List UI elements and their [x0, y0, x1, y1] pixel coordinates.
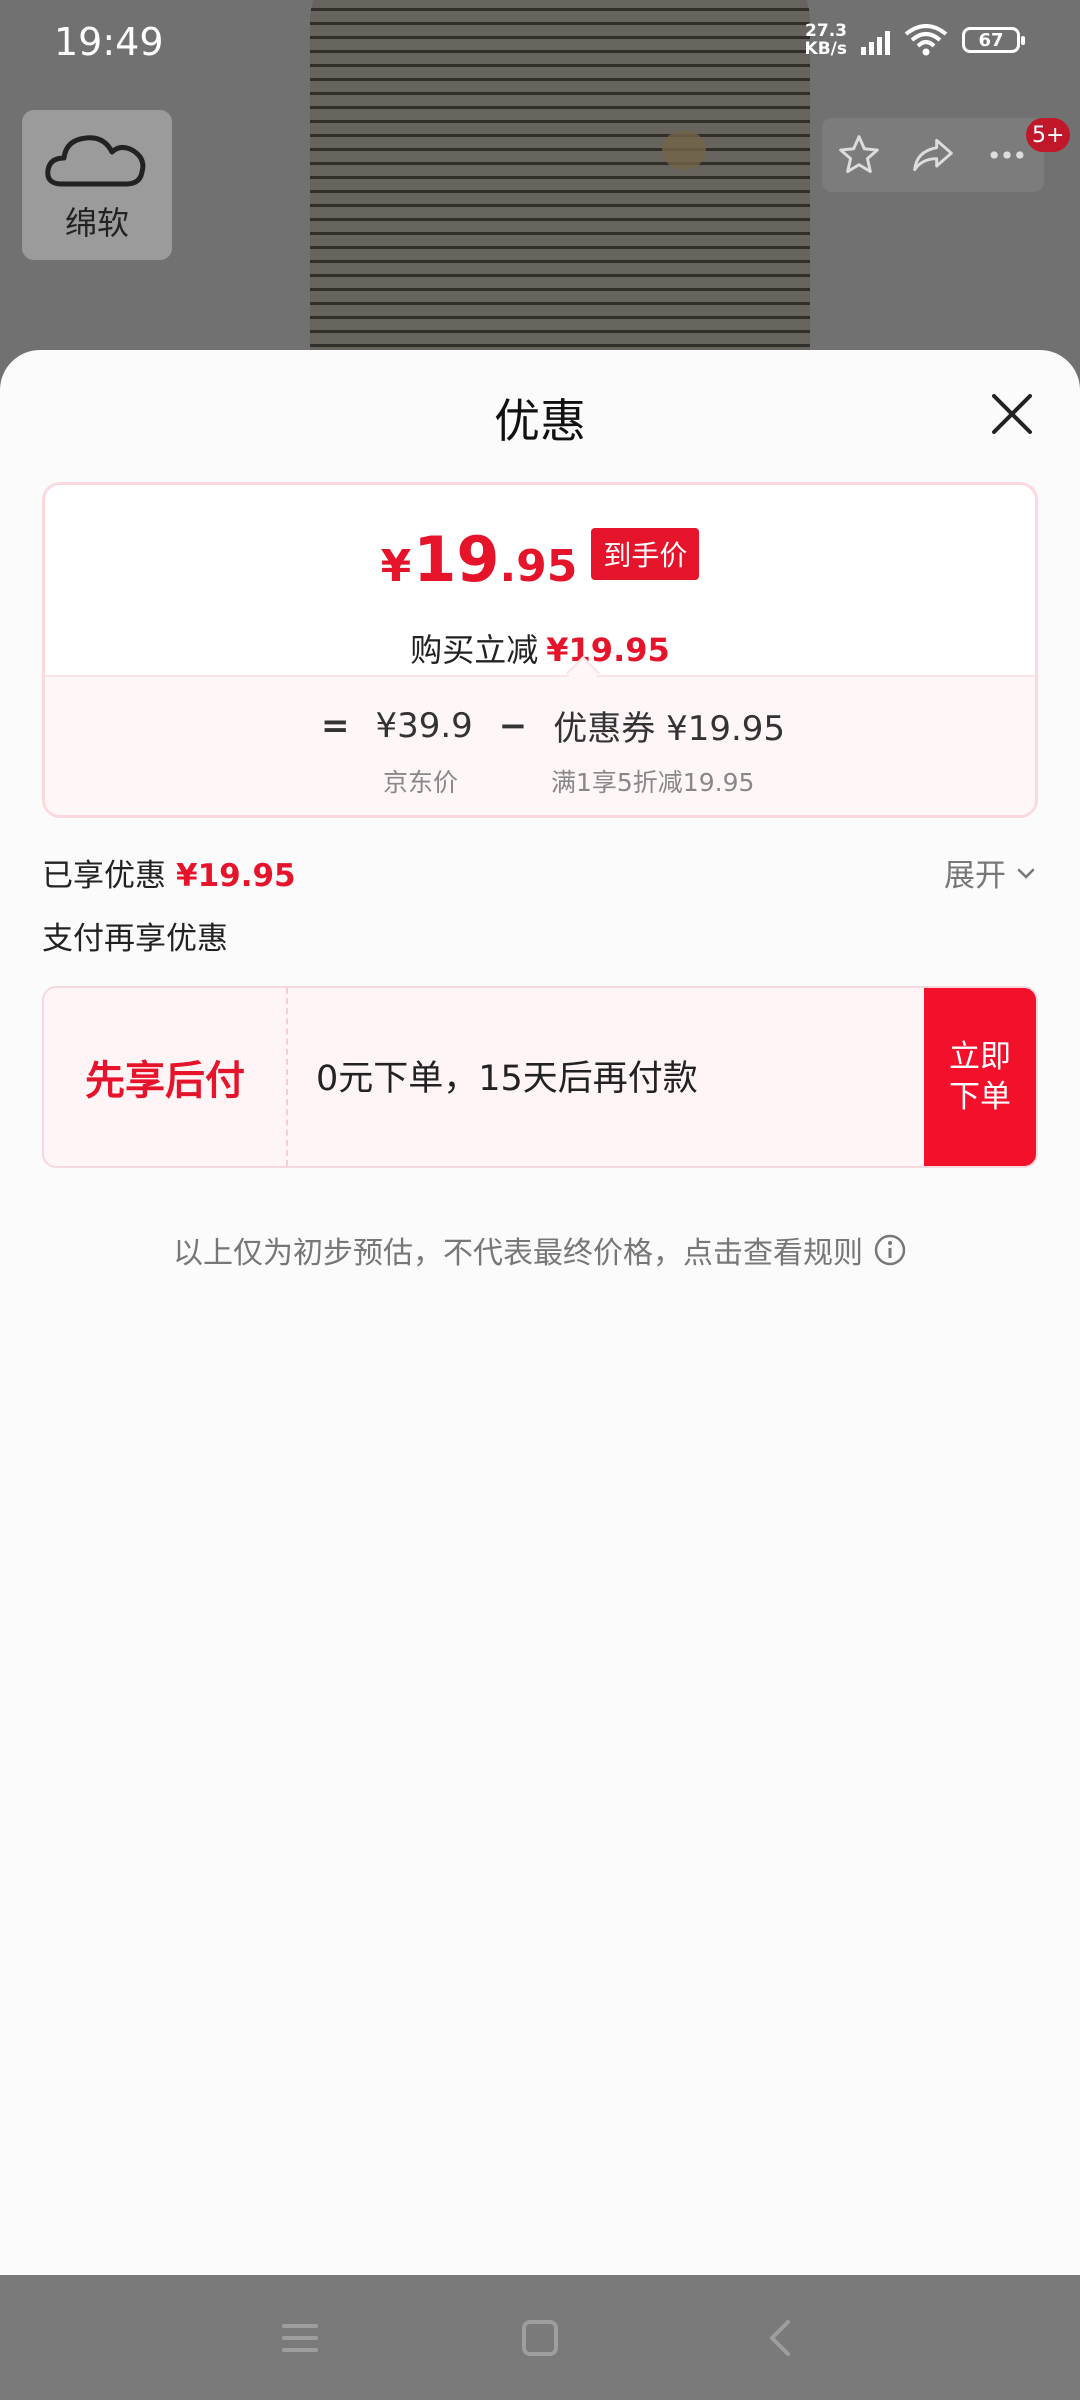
more-icon[interactable] [985, 133, 1029, 177]
price-calculation: = ¥39.9 − 优惠券 ¥19.95 [45, 701, 1035, 750]
chevron-down-icon [1017, 868, 1035, 879]
back-icon[interactable] [760, 2318, 800, 2358]
home-icon[interactable] [520, 2318, 560, 2358]
status-bar: 19:49 27.3 KB/s 67 [0, 0, 1080, 90]
notification-badge: 5+ [1026, 118, 1071, 152]
product-actions [822, 118, 1044, 192]
cloud-icon [45, 135, 146, 187]
softness-badge: 绵软 [22, 110, 172, 260]
order-now-button[interactable]: 立即下单 [924, 988, 1036, 1166]
discount-sheet: 优惠 ¥ 19 .95 到手价 购买立减 ¥19.95 = ¥39.9 − 优惠券… [0, 350, 1080, 2275]
final-price-tag: 到手价 [591, 527, 700, 580]
network-speed: 27.3 KB/s [804, 21, 847, 59]
disclaimer[interactable]: 以上仅为初步预估，不代表最终价格，点击查看规则 [0, 1228, 1080, 1272]
enjoyed-discount: 已享优惠 ¥19.95 [42, 858, 296, 894]
info-icon[interactable] [873, 1233, 907, 1267]
menu-icon[interactable] [280, 2318, 320, 2358]
wifi-icon [904, 24, 948, 56]
system-nav-bar [0, 2275, 1080, 2400]
sheet-title: 优惠 [494, 394, 586, 448]
signal-icon [861, 25, 890, 55]
final-price: ¥ 19 .95 [380, 523, 578, 596]
jd-price-label: 京东价 [383, 768, 459, 797]
status-icons: 27.3 KB/s 67 [804, 21, 1025, 59]
coupon-description: 满1享5折减19.95 [551, 768, 755, 797]
price-breakdown-card: ¥ 19 .95 到手价 购买立减 ¥19.95 = ¥39.9 − 优惠券 ¥1… [42, 482, 1038, 818]
bnpl-description: 0元下单，15天后再付款 [316, 1059, 698, 1099]
jd-price: ¥39.9 [375, 705, 473, 746]
expand-button[interactable]: 展开 [944, 850, 1038, 895]
pay-more-heading: 支付再享优惠 [42, 921, 228, 957]
instant-discount: 购买立减 ¥19.95 [410, 631, 670, 669]
battery-icon: 67 [962, 27, 1025, 53]
softness-label: 绵软 [64, 204, 129, 242]
star-icon[interactable] [837, 133, 881, 177]
coupon-amount: 优惠券 ¥19.95 [553, 709, 786, 749]
bnpl-card[interactable]: 先享后付 0元下单，15天后再付款 立即下单 [42, 986, 1038, 1168]
bnpl-name: 先享后付 [44, 988, 288, 1166]
final-price-row: ¥ 19 .95 到手价 [45, 523, 1035, 596]
status-time: 19:49 [54, 20, 164, 64]
close-icon[interactable] [984, 386, 1040, 442]
share-icon[interactable] [911, 133, 955, 177]
